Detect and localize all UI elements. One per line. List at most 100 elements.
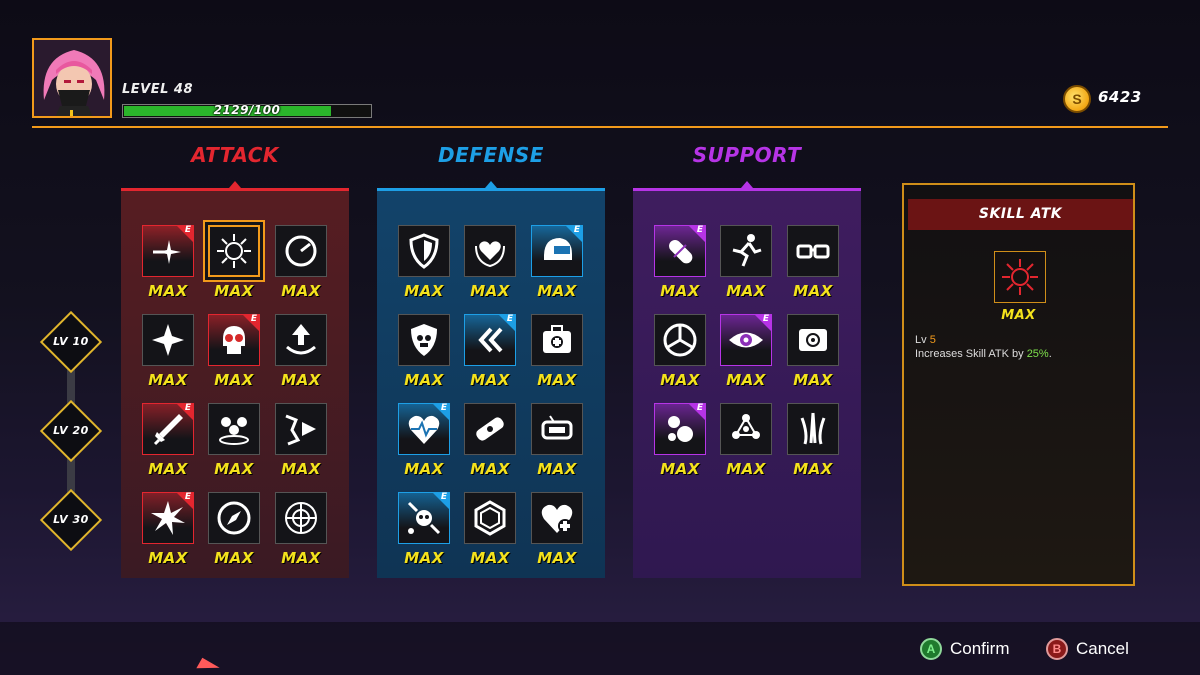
spiked-orb-icon [217,234,251,268]
laurel-heart-icon [475,241,505,268]
skill-cell-target-box[interactable]: MAX [787,314,839,394]
skill-cell-crosshair-dial[interactable]: MAX [275,492,327,572]
skill-max-label: MAX [470,282,510,300]
skill-max-label: MAX [793,371,833,389]
skill-icon-frame [275,225,327,277]
skill-icon-frame [275,403,327,455]
skill-max-label: MAX [281,460,321,478]
confirm-button[interactable]: A Confirm [920,638,1010,660]
skill-cell-bubbles[interactable]: E MAX [654,403,706,483]
skill-cell-compass[interactable]: MAX [208,492,260,572]
skill-max-label: MAX [470,371,510,389]
xp-bar: 2129/100 [122,103,372,118]
skill-cell-molecule[interactable]: MAX [720,403,772,483]
skill-icon-frame: E [142,225,194,277]
skill-icon-frame [398,314,450,366]
skill-cell-repair-skull[interactable]: E MAX [398,492,450,572]
equipped-badge-letter: E [184,403,191,413]
skill-max-label: MAX [726,460,766,478]
skill-cell-sword[interactable]: E MAX [142,403,194,483]
skill-cell-arrow-trap[interactable]: MAX [275,314,327,394]
skill-max-label: MAX [148,460,188,478]
skill-cell-hexagon[interactable]: MAX [464,492,516,572]
skill-max-label: MAX [214,282,254,300]
a-button-icon: A [920,638,942,660]
cancel-button[interactable]: B Cancel [1046,638,1129,660]
skill-icon-frame [208,225,260,277]
header-divider [32,126,1168,128]
skill-icon-frame [531,314,583,366]
skill-detail-level: Lv 5 [915,334,936,346]
skill-icon-frame: E [142,403,194,455]
equipped-badge-letter: E [762,314,769,324]
skill-cell-skull-shield[interactable]: MAX [398,314,450,394]
hexagon-icon [474,500,506,536]
defense-panel-topline [377,188,605,191]
skill-cell-goggles[interactable]: MAX [787,225,839,305]
skill-icon-frame: E [398,403,450,455]
skill-cell-medkit[interactable]: MAX [531,314,583,394]
skill-max-label: MAX [793,460,833,478]
trio-orbs-icon [219,417,249,445]
bottom-bar [0,622,1200,675]
skill-max-label: MAX [470,549,510,567]
skill-icon-frame [208,403,260,455]
player-portrait [32,38,112,118]
player-level: LEVEL 48 [122,82,194,97]
skill-icon-frame [464,225,516,277]
skill-icon-frame [464,492,516,544]
skill-detail-desc-value: 25% [1026,348,1049,360]
attack-title: ATTACK [191,143,279,167]
skill-max-label: MAX [726,282,766,300]
equipped-badge-letter: E [696,403,703,413]
skill-max-label: MAX [404,282,444,300]
skill-max-label: MAX [404,549,444,567]
skill-icon-frame [464,403,516,455]
skill-cell-speed-gauge[interactable]: MAX [275,225,327,305]
support-panel: E MAX MAX MAX MAX E MAX MAX E MAX MAX MAX [633,181,861,578]
equipped-badge-letter: E [440,492,447,502]
skill-cell-bandage[interactable]: MAX [464,403,516,483]
equipped-badge-letter: E [184,225,191,235]
skill-cell-claws[interactable]: MAX [787,403,839,483]
skill-cell-explosion[interactable]: E MAX [142,492,194,572]
support-panel-topline [633,188,861,191]
level-marker-30-label: LV 30 [53,513,89,526]
skill-cell-triskelion[interactable]: MAX [654,314,706,394]
skill-cell-skull[interactable]: E MAX [208,314,260,394]
heart-plus-icon [541,504,573,533]
skill-cell-shatter[interactable]: MAX [275,403,327,483]
skill-icon-frame [275,492,327,544]
skill-cell-heartbeat[interactable]: E MAX [398,403,450,483]
skill-cell-shield[interactable]: MAX [398,225,450,305]
bandage-icon [476,417,504,441]
skill-cell-heart-plus[interactable]: MAX [531,492,583,572]
skill-icon-frame [787,225,839,277]
skill-cell-capsule[interactable]: E MAX [654,225,706,305]
skill-cell-trio-orbs[interactable]: MAX [208,403,260,483]
skill-cell-double-chevron[interactable]: E MAX [464,314,516,394]
skill-max-label: MAX [470,460,510,478]
skill-icon-frame [275,314,327,366]
molecule-icon [732,414,760,439]
confirm-label: Confirm [950,639,1010,658]
skill-cell-spiked-orb[interactable]: MAX [208,225,260,305]
skill-cell-eye[interactable]: E MAX [720,314,772,394]
attack-panel-topline [121,188,349,191]
skill-icon-frame: E [654,403,706,455]
skill-max-label: MAX [537,371,577,389]
cancel-label: Cancel [1076,639,1129,658]
skill-icon-frame [531,403,583,455]
skill-cell-battery-bot[interactable]: MAX [531,403,583,483]
equipped-badge-letter: E [696,225,703,235]
skill-max-label: MAX [660,371,700,389]
skill-icon-frame: E [208,314,260,366]
skill-detail-title: SKILL ATK [908,199,1133,230]
skill-cell-helmet[interactable]: E MAX [531,225,583,305]
skill-cell-burst-shot[interactable]: E MAX [142,225,194,305]
skill-detail-desc-suffix: . [1048,348,1052,360]
skill-cell-star-burst[interactable]: MAX [142,314,194,394]
skill-max-label: MAX [148,549,188,567]
skill-cell-running-man[interactable]: MAX [720,225,772,305]
skill-cell-laurel-heart[interactable]: MAX [464,225,516,305]
